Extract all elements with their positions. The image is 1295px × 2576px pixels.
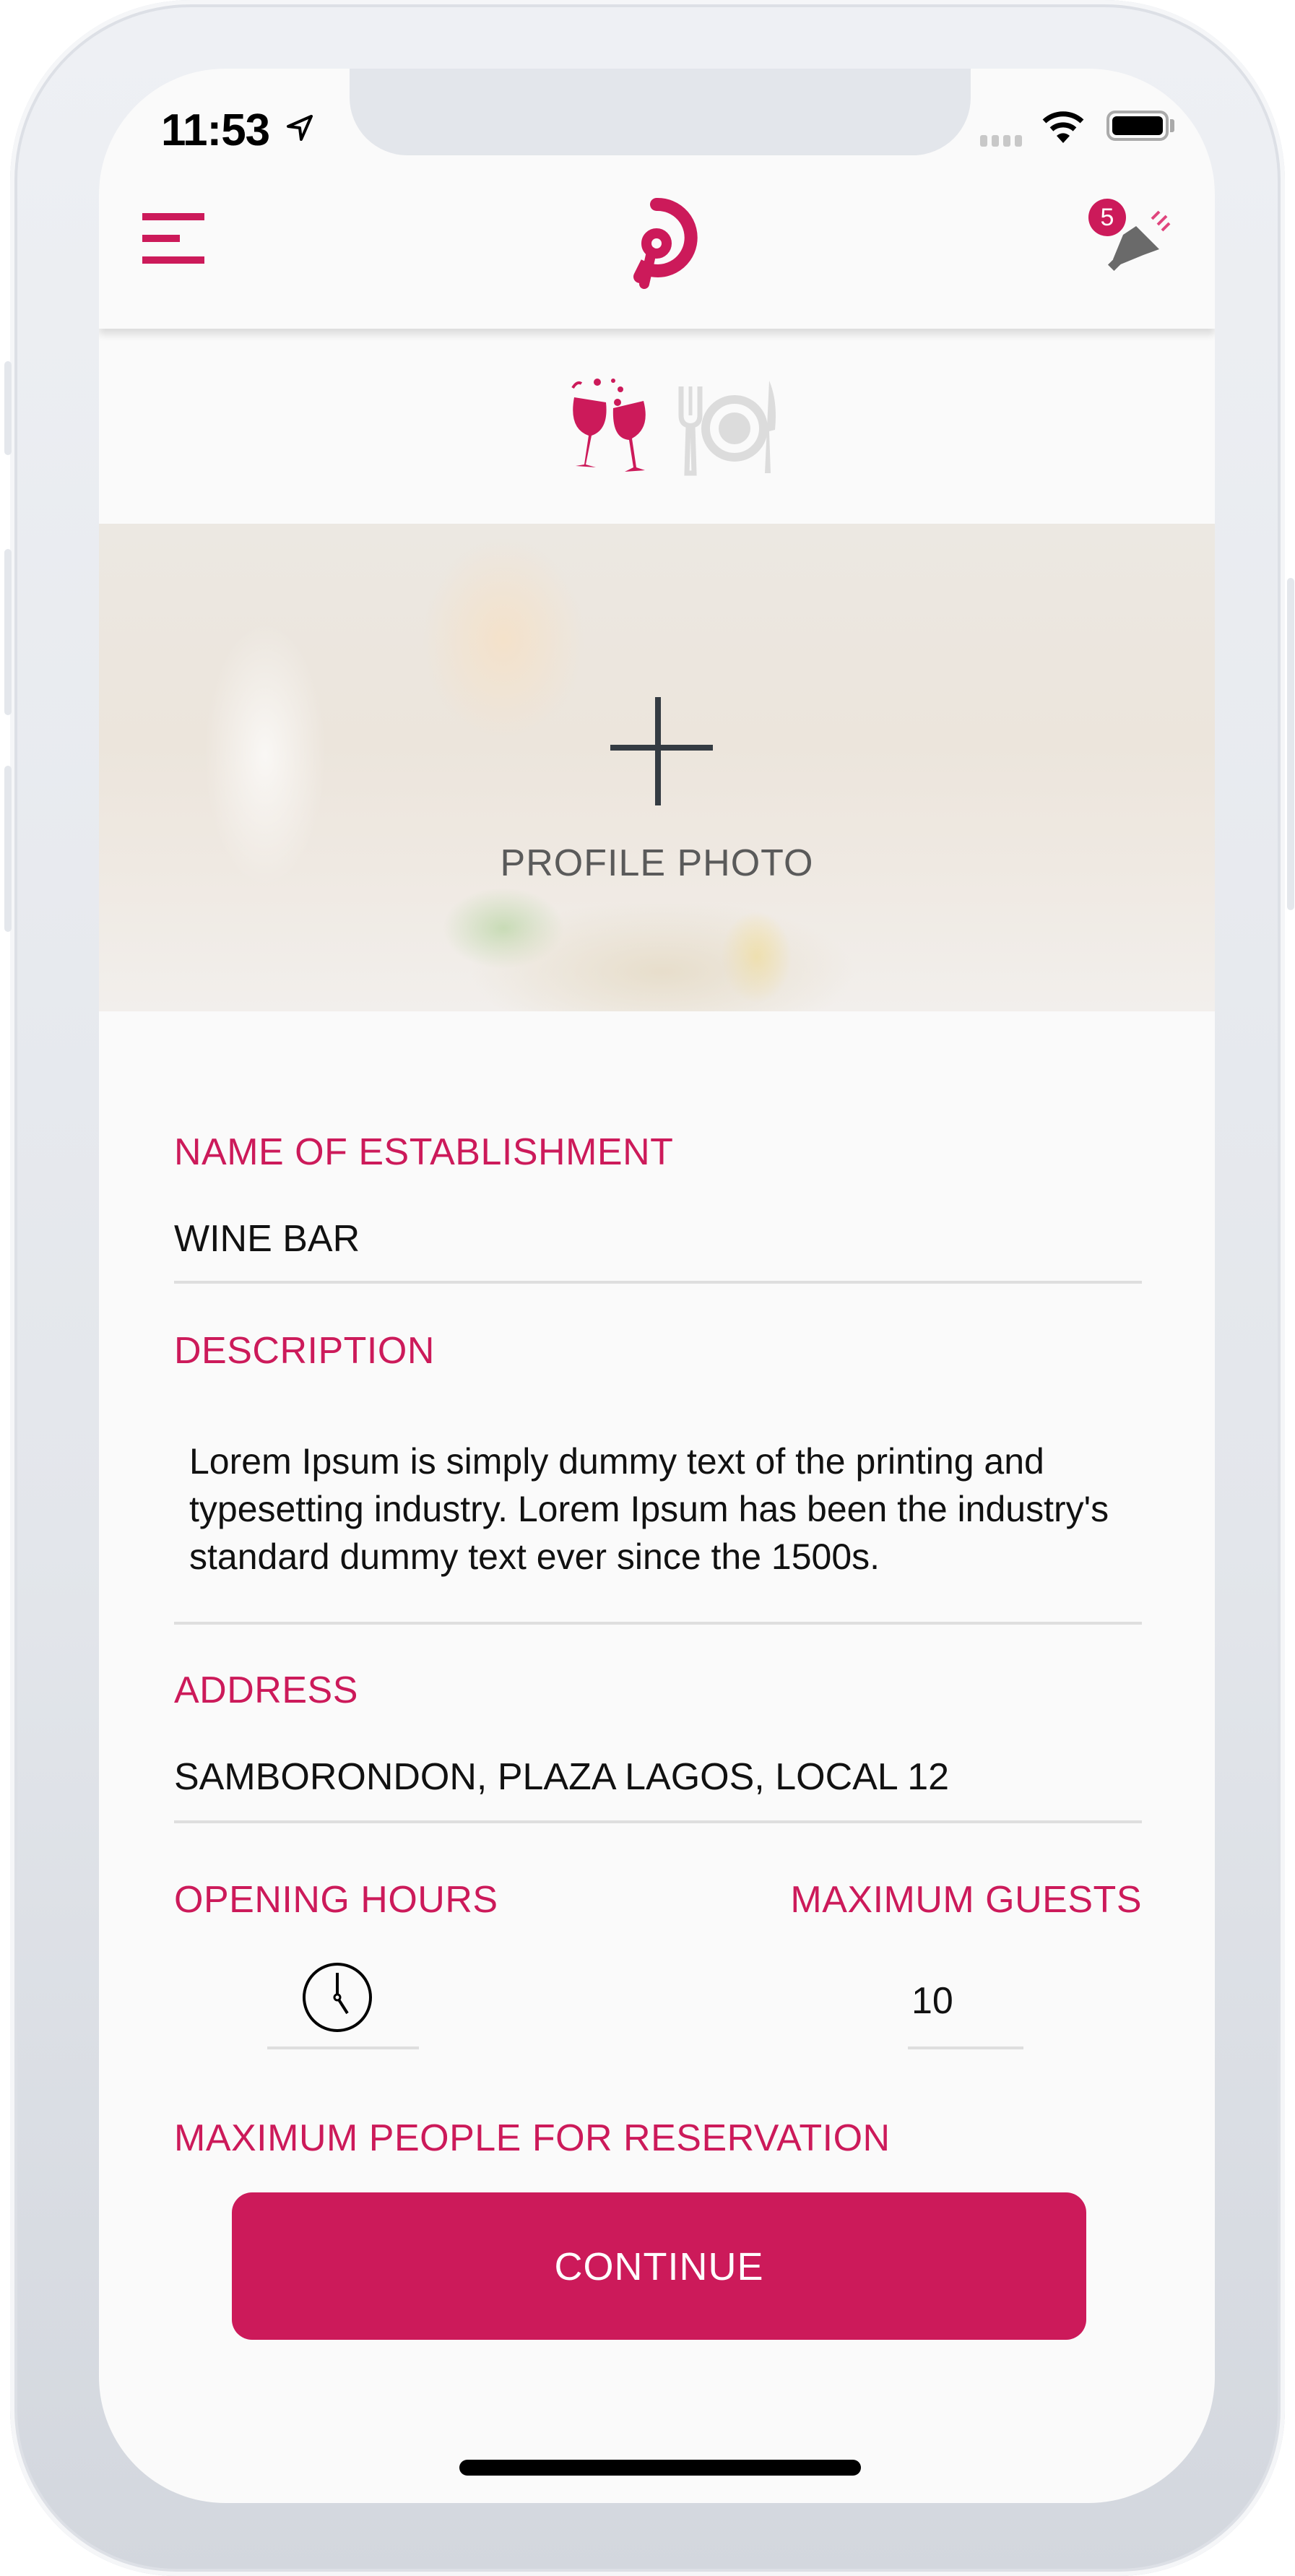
phone-frame: 11:53 5 PROFILE PHOTO NAME OF ESTABLISHM… [4, 0, 1294, 2576]
location-arrow-icon [287, 115, 313, 141]
profile-photo-upload[interactable]: PROFILE PHOTO [99, 524, 1215, 1011]
profile-photo-label: PROFILE PHOTO [500, 842, 814, 884]
maximum-guests-divider [908, 2046, 1023, 2049]
cellular-signal-icon [980, 135, 1022, 147]
volume-up-button [4, 549, 12, 715]
notifications-button[interactable]: 5 [1088, 199, 1175, 285]
opening-hours-divider [267, 2046, 419, 2049]
address-input[interactable]: SAMBORONDON, PLAZA LAGOS, LOCAL 12 [174, 1755, 949, 1799]
description-input[interactable]: Lorem Ipsum is simply dummy text of the … [189, 1438, 1157, 1581]
power-button [1287, 578, 1294, 910]
status-time: 11:53 [161, 105, 270, 155]
opening-hours-label: OPENING HOURS [174, 1879, 498, 1921]
max-people-reservation-label: MAXIMUM PEOPLE FOR RESERVATION [174, 2117, 891, 2159]
app-logo-icon [633, 197, 698, 289]
top-navbar: 5 [99, 155, 1215, 329]
name-divider [174, 1281, 1142, 1284]
maximum-guests-input[interactable]: 10 [911, 1979, 953, 2023]
notification-count-badge: 5 [1088, 199, 1126, 236]
wifi-icon [1042, 111, 1084, 143]
continue-button[interactable]: CONTINUE [232, 2192, 1086, 2340]
description-divider [174, 1622, 1142, 1625]
volume-down-button [4, 766, 12, 932]
home-indicator[interactable] [459, 2460, 861, 2476]
maximum-guests-label: MAXIMUM GUESTS [790, 1879, 1142, 1921]
description-label: DESCRIPTION [174, 1330, 435, 1372]
address-label: ADDRESS [174, 1669, 358, 1711]
clock-icon[interactable] [301, 1961, 373, 2033]
notch [350, 69, 971, 155]
hamburger-menu-icon[interactable] [142, 213, 207, 264]
address-divider [174, 1820, 1142, 1823]
battery-tip [1170, 119, 1174, 132]
screen: 11:53 5 PROFILE PHOTO NAME OF ESTABLISHM… [99, 69, 1215, 2503]
name-label: NAME OF ESTABLISHMENT [174, 1131, 674, 1173]
category-tabs [99, 372, 1215, 480]
name-input[interactable]: WINE BAR [174, 1217, 360, 1261]
battery-icon [1106, 111, 1169, 141]
mute-switch [4, 361, 12, 455]
tab-bar[interactable] [561, 372, 662, 480]
wine-glasses-icon [571, 379, 646, 472]
plate-fork-knife-icon [678, 381, 776, 476]
tab-restaurant[interactable] [677, 372, 778, 480]
